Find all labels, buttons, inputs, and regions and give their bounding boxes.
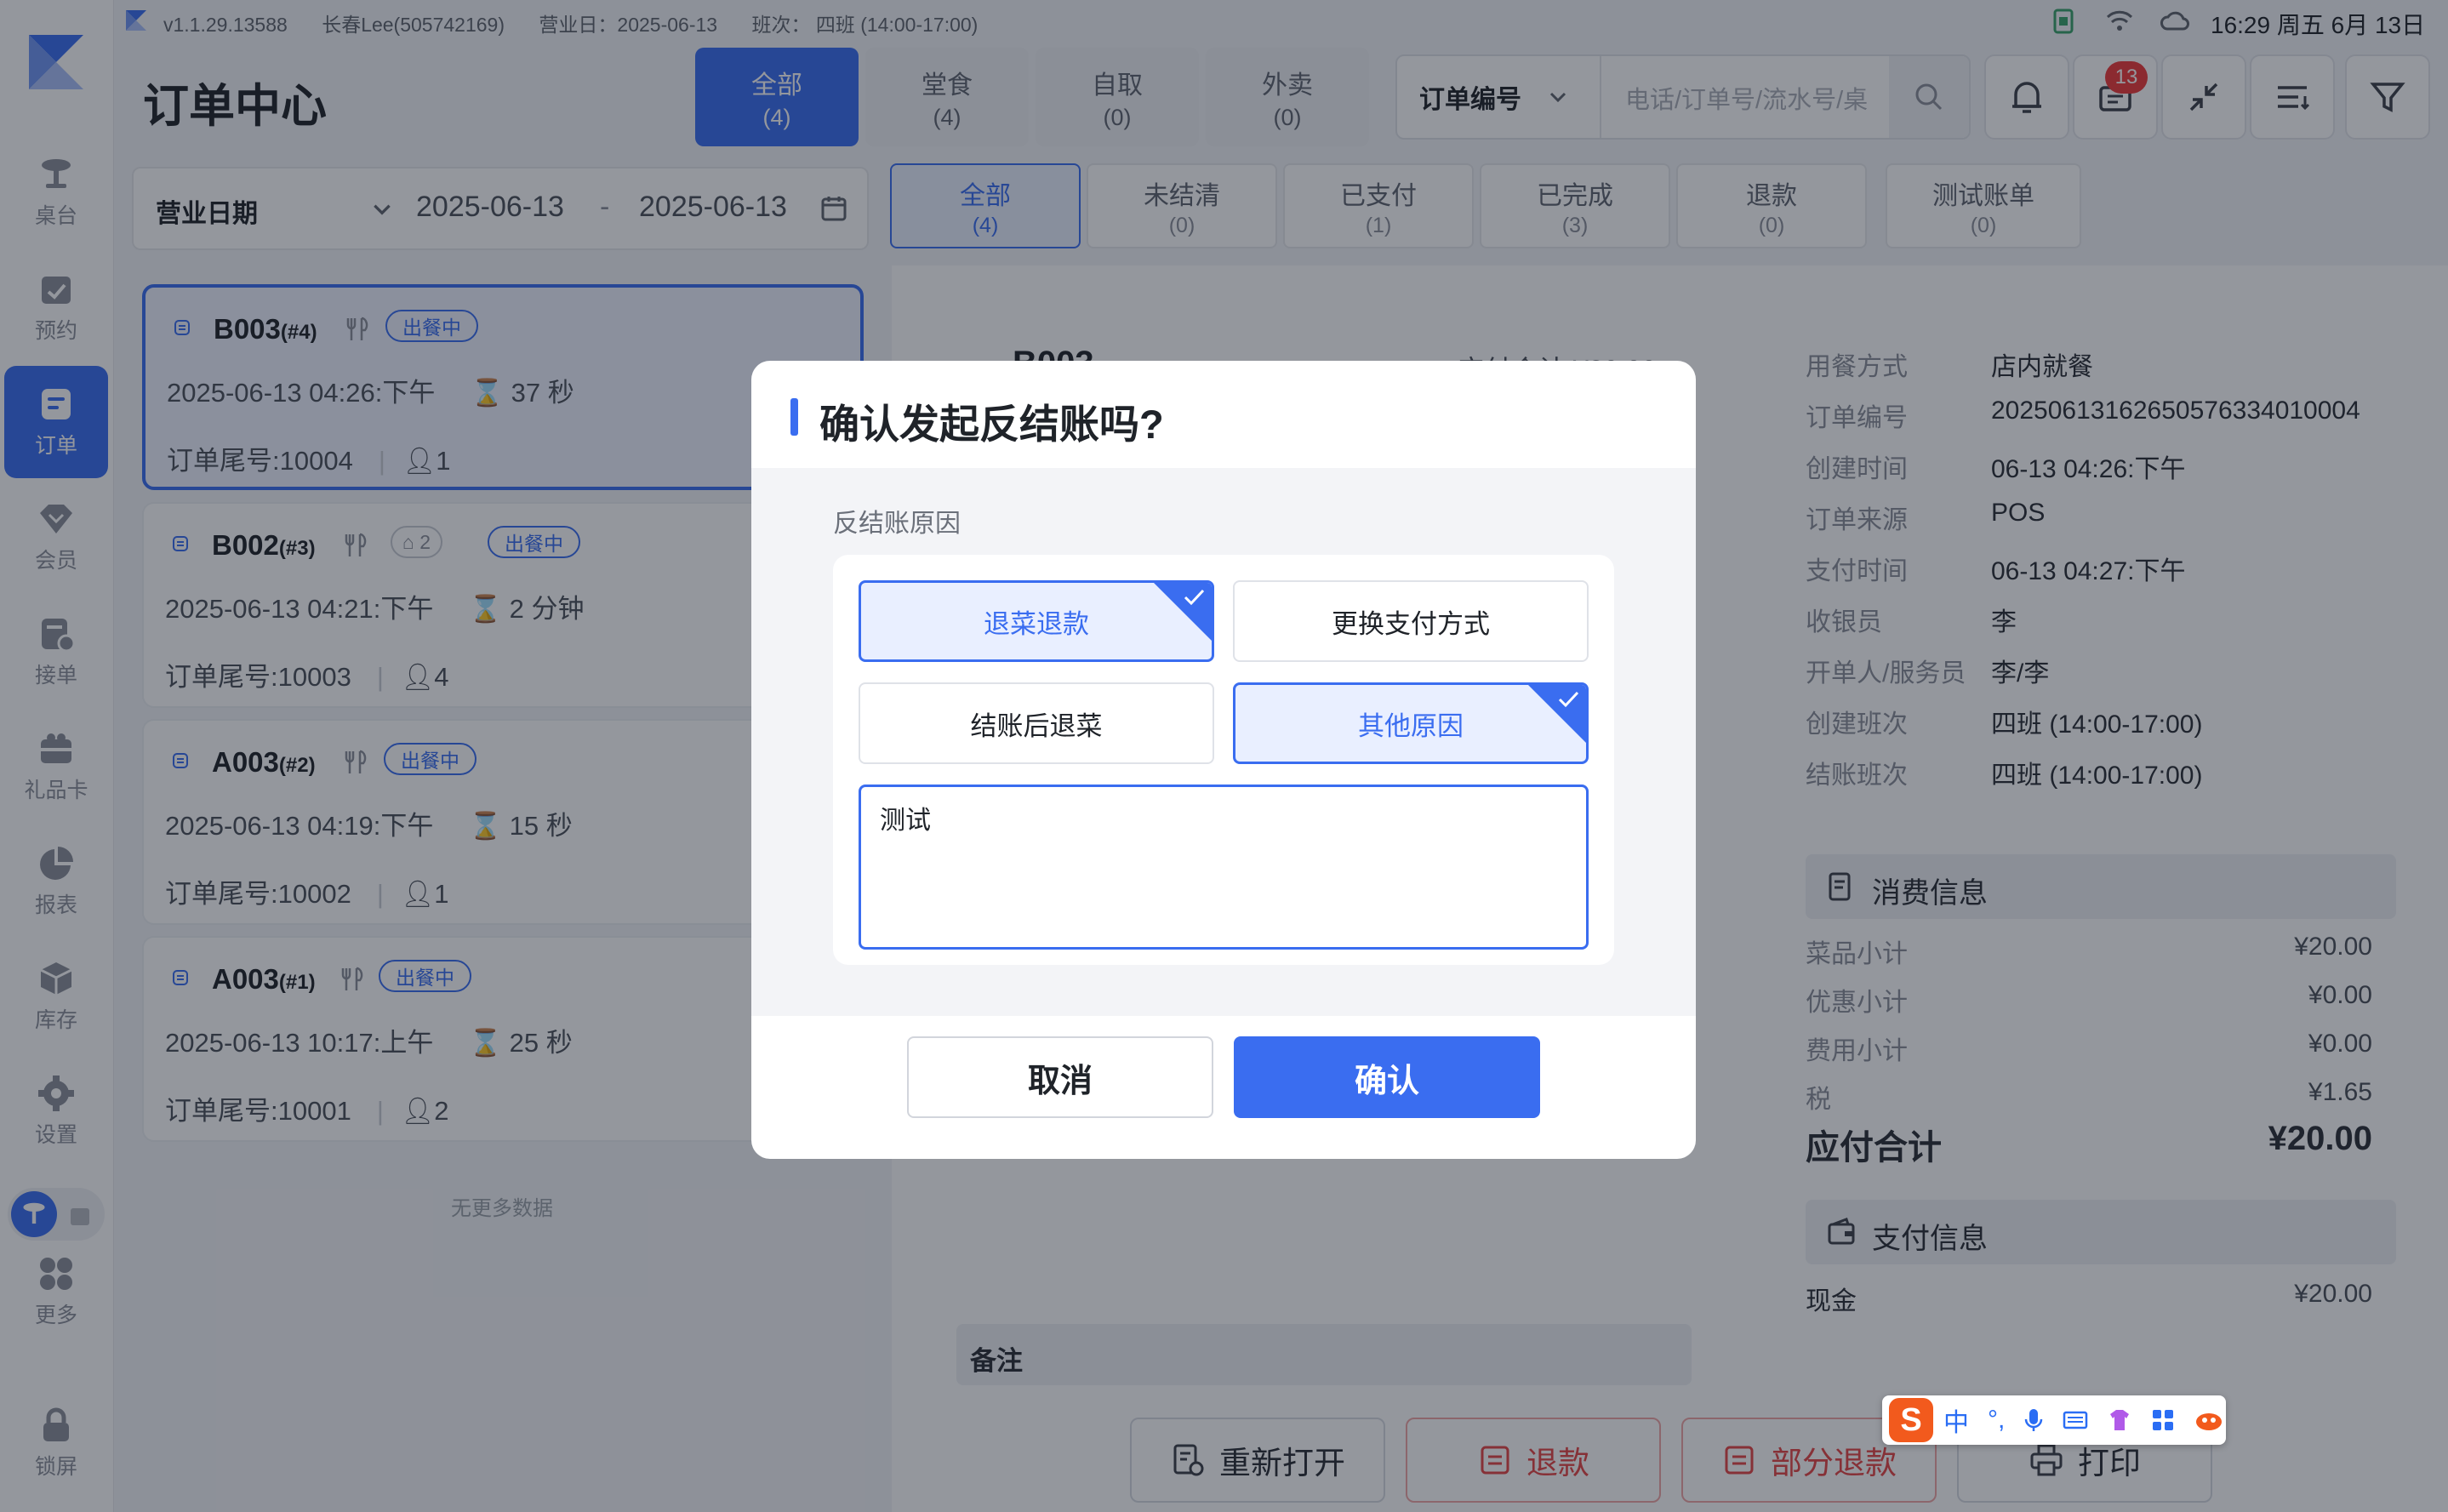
cancel-button[interactable]: 取消: [907, 1036, 1213, 1118]
dialog-title: 确认发起反结账吗?: [819, 402, 1164, 447]
ime-punct[interactable]: °,: [1988, 1406, 2005, 1435]
check-icon: [1558, 691, 1579, 708]
option-label: 其他原因: [1358, 710, 1464, 741]
option-label: 结账后退菜: [970, 710, 1103, 741]
ime-toolbar[interactable]: S 中 °,: [1882, 1395, 2226, 1445]
reason-option-return-after-checkout[interactable]: 结账后退菜: [859, 682, 1214, 764]
keyboard-icon[interactable]: [2063, 1410, 2088, 1430]
option-label: 退菜退款: [984, 608, 1089, 639]
check-icon: [1184, 589, 1205, 606]
toolbox-grid-icon[interactable]: [2151, 1408, 2175, 1432]
reason-option-return-refund[interactable]: 退菜退款: [859, 580, 1214, 662]
other-reason-textarea[interactable]: 测试: [859, 785, 1589, 950]
sogou-logo-icon: S: [1889, 1398, 1933, 1442]
mascot-icon[interactable]: [2194, 1408, 2224, 1432]
reason-label: 反结账原因: [833, 510, 961, 538]
microphone-icon[interactable]: [2023, 1407, 2044, 1433]
confirm-reverse-checkout-dialog: 确认发起反结账吗? 反结账原因 退菜退款 更换支付方式 结账后退菜 其他原因 测…: [751, 361, 1696, 1159]
option-label: 更换支付方式: [1332, 608, 1490, 639]
confirm-button[interactable]: 确认: [1234, 1036, 1540, 1118]
title-accent-bar: [790, 398, 798, 436]
reason-option-change-payment[interactable]: 更换支付方式: [1233, 580, 1589, 662]
skin-shirt-icon[interactable]: [2107, 1407, 2132, 1433]
ime-lang[interactable]: 中: [1943, 1401, 1969, 1439]
reason-option-other[interactable]: 其他原因: [1233, 682, 1589, 764]
